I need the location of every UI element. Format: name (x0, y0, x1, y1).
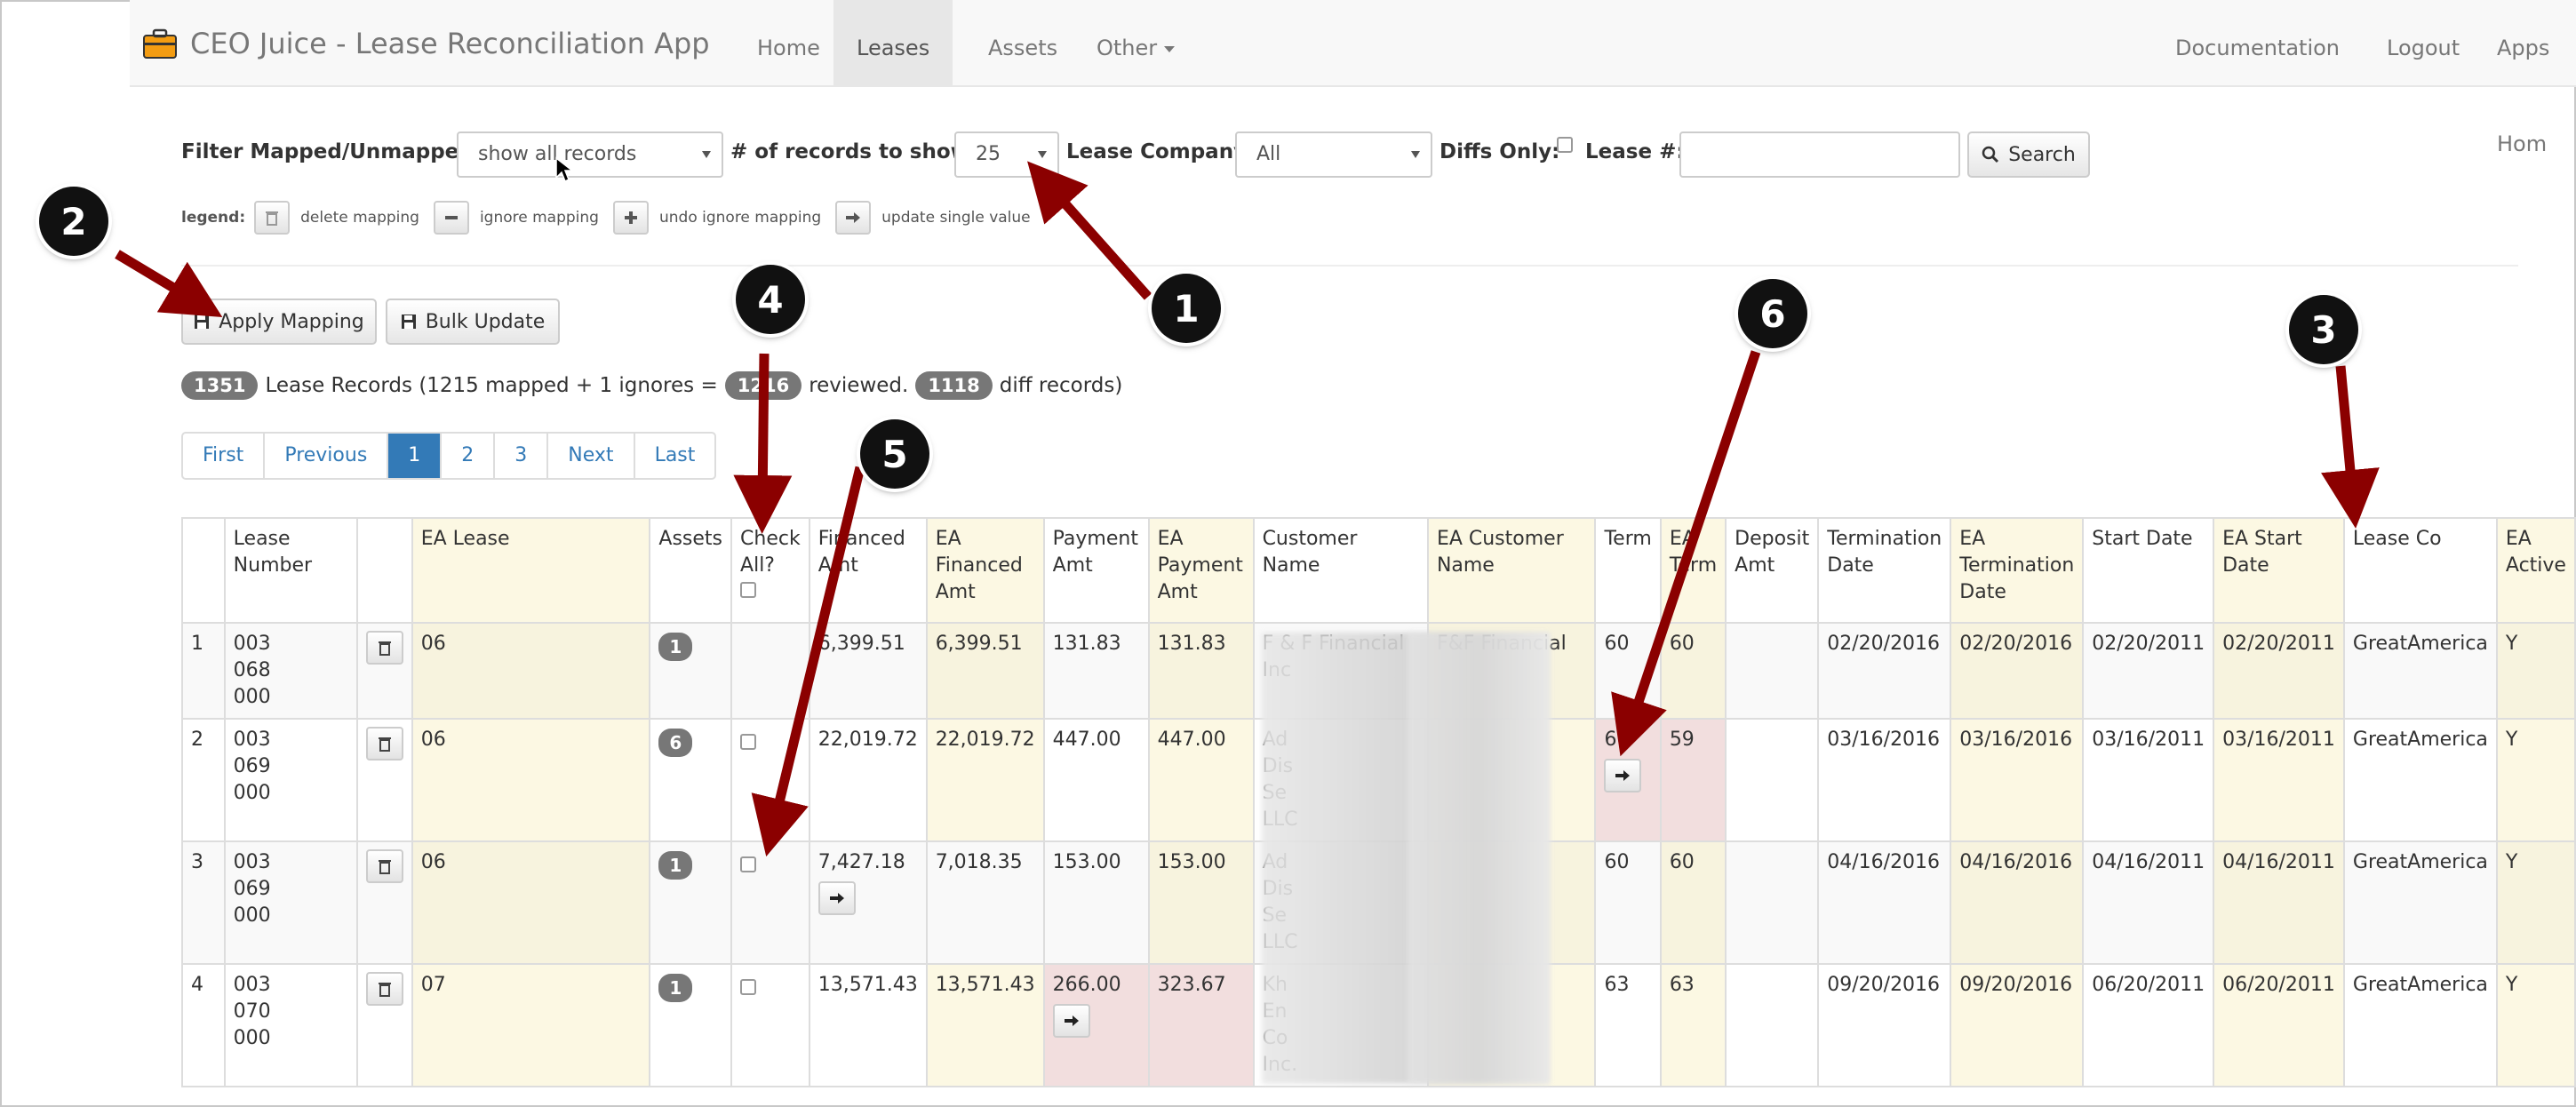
annotation-badge-4: 4 (736, 265, 805, 334)
annotation-badge-2: 2 (39, 187, 108, 256)
annotation-arrow-4 (733, 353, 793, 534)
annotation-badge-6: 6 (1738, 279, 1807, 348)
annotation-arrow-1 (1027, 161, 1152, 300)
annotation-badge-5: 5 (860, 419, 929, 489)
annotation-badge-1: 1 (1152, 274, 1221, 343)
annotation-arrow-2 (115, 250, 223, 317)
annotation-arrows (115, 161, 2380, 857)
annotation-arrow-6 (1611, 350, 1761, 757)
annotation-arrow-3 (2321, 365, 2380, 529)
annotation-arrow-5 (751, 466, 865, 857)
annotation-badge-3: 3 (2289, 295, 2358, 364)
